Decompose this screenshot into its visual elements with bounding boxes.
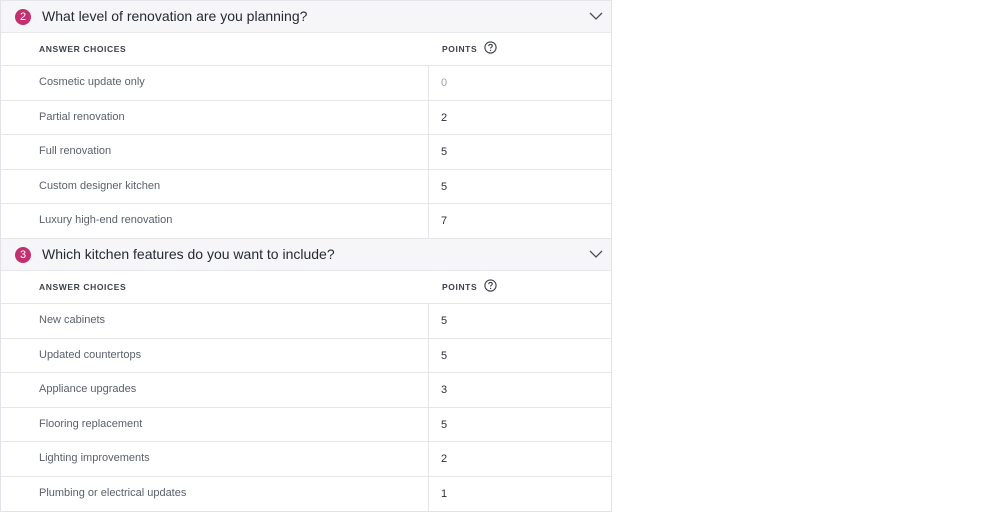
answer-label: Updated countertops — [39, 348, 142, 361]
answer-row: Appliance upgrades 3 — [1, 372, 611, 407]
column-divider — [428, 476, 429, 511]
column-divider — [428, 204, 429, 238]
answer-label: Plumbing or electrical updates — [39, 486, 187, 499]
points-value[interactable]: 5 — [441, 181, 447, 193]
column-divider — [428, 100, 429, 135]
question-circle-icon[interactable] — [484, 41, 497, 54]
answer-row: Luxury high-end renovation 7 — [1, 203, 611, 238]
question-circle-icon[interactable] — [484, 279, 497, 292]
answer-choices-header: ANSWER CHOICES — [39, 281, 127, 292]
question-number-badge: 2 — [15, 9, 31, 25]
points-value[interactable]: 7 — [441, 215, 447, 227]
answer-row: Lighting improvements 2 — [1, 441, 611, 476]
column-divider — [428, 303, 429, 338]
column-divider — [428, 407, 429, 442]
answer-row: New cabinets 5 — [1, 302, 611, 338]
answer-row: Plumbing or electrical updates 1 — [1, 475, 611, 511]
answer-label: Appliance upgrades — [39, 383, 137, 396]
answer-label: Flooring replacement — [39, 417, 143, 430]
answer-choices-header: ANSWER CHOICES — [39, 44, 127, 54]
points-value[interactable]: 0 — [441, 77, 447, 89]
column-divider — [428, 66, 429, 100]
scoring-panel: 2 What level of renovation are you plann… — [0, 0, 612, 512]
answer-row: Partial renovation 2 — [1, 99, 611, 135]
points-value[interactable]: 5 — [441, 419, 447, 431]
points-value[interactable]: 5 — [441, 315, 447, 327]
points-value[interactable]: 5 — [441, 146, 447, 158]
answer-label: Custom designer kitchen — [39, 179, 161, 192]
column-divider — [428, 135, 429, 169]
answer-label: Cosmetic update only — [39, 76, 145, 88]
points-value[interactable]: 2 — [441, 112, 447, 124]
question-header-2[interactable]: 2 What level of renovation are you plann… — [1, 0, 611, 32]
column-divider — [428, 442, 429, 476]
points-header: POINTS — [442, 44, 478, 54]
column-divider — [428, 338, 429, 373]
column-divider — [428, 373, 429, 407]
question-title: What level of renovation are you plannin… — [42, 8, 308, 24]
answer-row: Cosmetic update only 0 — [1, 65, 611, 100]
points-value[interactable]: 3 — [441, 384, 447, 396]
answer-row: Custom designer kitchen 5 — [1, 168, 611, 204]
points-value[interactable]: 5 — [441, 350, 447, 362]
answer-label: Lighting improvements — [39, 452, 150, 465]
question-number-badge: 3 — [15, 246, 31, 263]
answer-label: Full renovation — [39, 145, 112, 158]
chevron-down-icon[interactable] — [589, 10, 603, 22]
answer-row: Full renovation 5 — [1, 134, 611, 169]
answer-label: New cabinets — [39, 313, 106, 326]
answer-table-header: ANSWER CHOICES POINTS — [1, 32, 611, 65]
points-value[interactable]: 1 — [441, 488, 447, 500]
answer-row: Flooring replacement 5 — [1, 406, 611, 442]
answer-table-header: ANSWER CHOICES POINTS — [1, 269, 611, 303]
answer-label: Luxury high-end renovation — [39, 214, 173, 227]
points-value[interactable]: 2 — [441, 453, 447, 465]
question-title: Which kitchen features do you want to in… — [42, 245, 335, 262]
answer-row: Updated countertops 5 — [1, 337, 611, 373]
answer-label: Partial renovation — [39, 110, 125, 123]
column-divider — [428, 169, 429, 204]
points-header: POINTS — [442, 281, 478, 292]
question-header-3[interactable]: 3 Which kitchen features do you want to … — [1, 237, 611, 270]
chevron-down-icon[interactable] — [589, 248, 603, 260]
